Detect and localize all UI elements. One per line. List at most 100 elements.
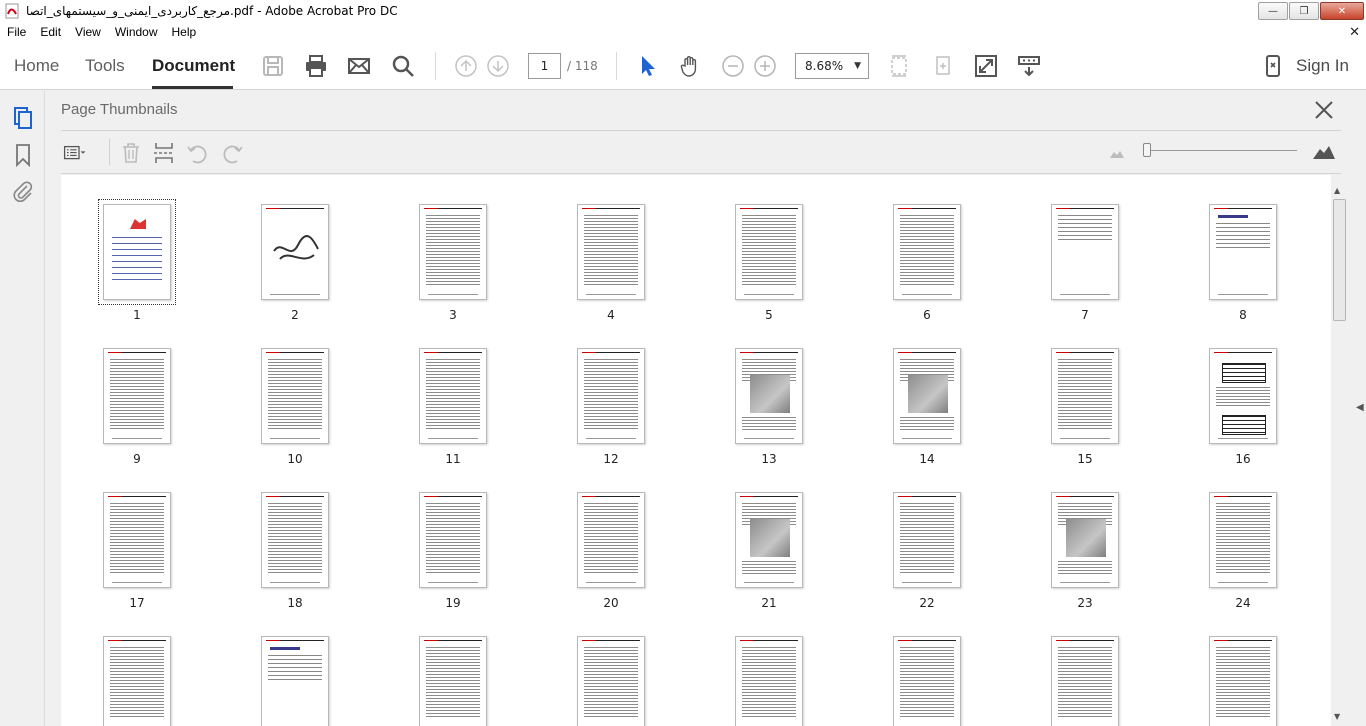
large-thumbnails-icon[interactable] (1312, 142, 1336, 160)
page-thumbnail[interactable] (419, 492, 487, 588)
thumbnail-header-accent (424, 640, 438, 641)
scroll-down-arrow[interactable]: ▼ (1334, 712, 1340, 721)
thumbnail-footer (428, 582, 478, 583)
rotate-right-icon[interactable] (220, 141, 244, 165)
customize-toolbar-icon[interactable] (1017, 54, 1041, 78)
thumbnail-header-accent (898, 208, 912, 209)
mobile-link-icon[interactable] (1261, 54, 1285, 78)
save-icon[interactable] (261, 54, 285, 78)
thumbnail-text-lines (110, 359, 164, 431)
menu-help[interactable]: Help (165, 25, 204, 39)
page-number-label: 13 (761, 452, 777, 466)
bookmarks-icon[interactable] (11, 143, 35, 167)
page-thumbnail[interactable] (1209, 348, 1277, 444)
page-number-label: 18 (287, 596, 303, 610)
expand-right-pane-icon[interactable]: ◀ (1356, 402, 1364, 413)
page-thumbnail[interactable] (103, 348, 171, 444)
print-icon[interactable] (304, 54, 328, 78)
menu-edit[interactable]: Edit (33, 25, 68, 39)
page-thumbnail[interactable] (261, 348, 329, 444)
page-thumbnail[interactable] (1209, 492, 1277, 588)
thumbnail-size-slider[interactable] (1143, 143, 1151, 157)
thumbnail-text-lines (900, 417, 954, 431)
tab-home[interactable]: Home (14, 56, 59, 76)
next-page-icon[interactable] (486, 54, 510, 78)
thumbnail-footer (270, 438, 320, 439)
close-document-icon[interactable]: ✕ (1349, 24, 1360, 40)
page-thumbnail[interactable] (577, 348, 645, 444)
page-thumbnail[interactable] (735, 204, 803, 300)
rotate-left-icon[interactable] (186, 141, 210, 165)
menu-file[interactable]: File (0, 25, 33, 39)
zoom-in-icon[interactable] (753, 54, 777, 78)
page-thumbnail[interactable] (893, 636, 961, 726)
page-thumbnail[interactable] (577, 636, 645, 726)
thumbnail-header-accent (582, 496, 596, 497)
page-thumbnail[interactable] (893, 492, 961, 588)
page-thumbnail[interactable] (261, 204, 329, 300)
select-tool-icon[interactable] (636, 54, 660, 78)
zoom-level-select[interactable]: 8.68% ▼ (795, 53, 869, 79)
page-thumbnail[interactable] (261, 636, 329, 726)
tab-tools[interactable]: Tools (85, 56, 125, 76)
menu-view[interactable]: View (68, 25, 108, 39)
search-icon[interactable] (391, 54, 415, 78)
previous-page-icon[interactable] (454, 54, 478, 78)
page-thumbnail[interactable] (1209, 204, 1277, 300)
thumbnail-header-accent (266, 640, 280, 641)
email-icon[interactable] (347, 54, 371, 78)
zoom-out-icon[interactable] (721, 54, 745, 78)
page-thumbnail[interactable] (735, 348, 803, 444)
options-menu-icon[interactable] (63, 141, 87, 165)
close-window-button[interactable]: ✕ (1320, 2, 1364, 20)
delete-pages-icon[interactable] (119, 141, 143, 165)
page-thumbnail[interactable] (419, 636, 487, 726)
page-thumbnail[interactable] (735, 492, 803, 588)
page-thumbnail[interactable] (1051, 204, 1119, 300)
full-screen-icon[interactable] (974, 54, 998, 78)
page-number-label: 10 (287, 452, 303, 466)
menu-bar: File Edit View Window Help ✕ (0, 22, 1366, 42)
page-thumbnail[interactable] (419, 204, 487, 300)
page-thumbnail[interactable] (103, 492, 171, 588)
thumbnail-footer (744, 438, 794, 439)
sign-in-button[interactable]: Sign In (1296, 56, 1349, 76)
scroll-up-arrow[interactable]: ▲ (1334, 186, 1340, 195)
page-thumbnail[interactable] (103, 636, 171, 726)
thumbnail-text-lines (426, 359, 480, 431)
thumbnail-header-accent (740, 208, 754, 209)
page-thumbnail[interactable] (893, 204, 961, 300)
page-thumbnail[interactable] (1051, 636, 1119, 726)
page-thumbnail[interactable] (1209, 636, 1277, 726)
tab-document[interactable]: Document (152, 56, 235, 76)
page-thumbnail[interactable] (98, 199, 176, 305)
page-thumbnails-icon[interactable] (11, 106, 35, 130)
page-thumbnail[interactable] (577, 204, 645, 300)
small-thumbnails-icon[interactable] (1109, 147, 1125, 159)
page-number-input[interactable]: 1 (528, 53, 561, 79)
page-thumbnail[interactable] (261, 492, 329, 588)
page-number-label: 9 (133, 452, 141, 466)
hand-tool-icon[interactable] (678, 54, 702, 78)
page-thumbnail[interactable] (577, 492, 645, 588)
page-thumbnail[interactable] (1051, 348, 1119, 444)
maximize-button[interactable]: ❐ (1289, 2, 1319, 20)
page-thumbnail[interactable] (419, 348, 487, 444)
scrollbar-thumb[interactable] (1333, 199, 1346, 321)
thumbnail-footer (428, 438, 478, 439)
rotate-view-icon[interactable] (931, 54, 955, 78)
page-thumbnail[interactable] (735, 636, 803, 726)
menu-window[interactable]: Window (108, 25, 165, 39)
attachments-icon[interactable] (11, 179, 35, 203)
thumbnail-footer (1218, 294, 1268, 295)
thumbnail-grid: 1 2 3 4 5 6 7 8 9 10 11 12 13 14 15 16 17 18 19 20 21 22 23 24 (61, 175, 1331, 726)
minimize-button[interactable]: — (1258, 2, 1288, 20)
active-tab-indicator (152, 86, 233, 89)
fit-page-icon[interactable] (887, 54, 911, 78)
zoom-level-value: 8.68% (805, 59, 844, 73)
insert-pages-icon[interactable] (152, 141, 176, 165)
page-thumbnail[interactable] (893, 348, 961, 444)
thumbnail-footer (112, 582, 162, 583)
close-panel-icon[interactable] (1313, 99, 1335, 121)
page-thumbnail[interactable] (1051, 492, 1119, 588)
